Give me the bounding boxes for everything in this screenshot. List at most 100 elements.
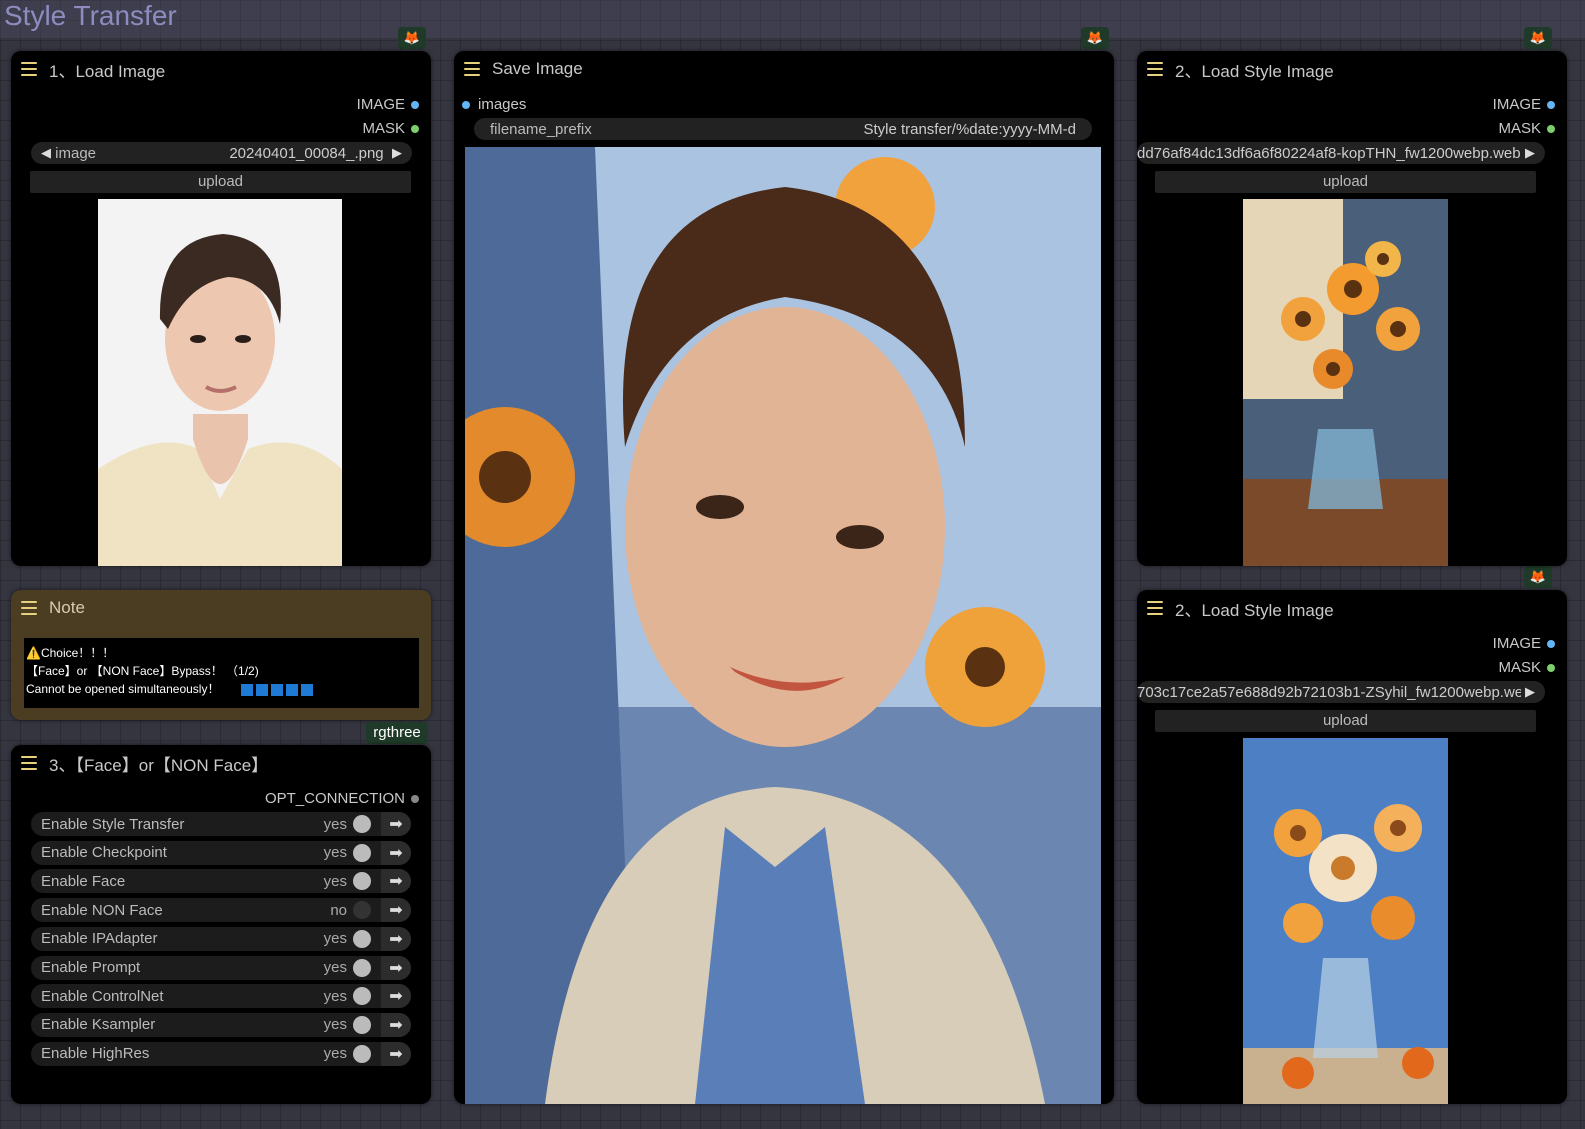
toggle-row[interactable]: Enable IPAdapter yes ➡ [31, 926, 411, 951]
toggle-switch[interactable] [353, 958, 371, 977]
hamburger-menu-icon[interactable] [464, 62, 480, 76]
output-socket[interactable] [411, 100, 419, 109]
output-mask[interactable]: MASK [362, 120, 419, 137]
image-select-widget[interactable]: 703c17ce2a57e688d92b72103b1-ZSyhil_fw120… [1137, 681, 1545, 703]
toggle-switch[interactable] [353, 1015, 371, 1034]
load-image-node[interactable]: 1、Load Image IMAGE MASK ◀ image 20240401… [11, 51, 431, 566]
fox-icon[interactable]: 🦊 [1081, 27, 1109, 49]
toggle-switch[interactable] [353, 987, 371, 1006]
node-title: 1、Load Image [49, 61, 166, 81]
hamburger-menu-icon[interactable] [21, 756, 37, 770]
output-socket[interactable] [411, 794, 419, 803]
node-title: 2、Load Style Image [1175, 61, 1334, 81]
output-mask[interactable]: MASK [1498, 659, 1555, 676]
upload-button[interactable]: upload [1155, 710, 1536, 732]
input-socket[interactable] [462, 100, 470, 109]
node-header[interactable]: 2、Load Style Image [1137, 51, 1567, 87]
fox-icon[interactable]: 🦊 [398, 27, 426, 49]
note-node[interactable]: Note ⚠️Choice！！！ 【Face】or 【NON Face】Bypa… [11, 590, 431, 720]
save-image-node[interactable]: Save Image images filename_prefix Style … [454, 51, 1114, 1104]
hamburger-menu-icon[interactable] [1147, 601, 1163, 615]
arrow-right-icon[interactable]: ➡ [381, 812, 411, 836]
toggle-row[interactable]: Enable NON Face no ➡ [31, 898, 411, 923]
toggle-value: yes [323, 1045, 347, 1063]
fox-icon[interactable]: 🦊 [1524, 566, 1552, 588]
node-header[interactable]: 2、Load Style Image [1137, 590, 1567, 626]
rgthree-badge: rgthree [366, 722, 428, 744]
input-images[interactable]: images [462, 96, 526, 113]
upload-button[interactable]: upload [1155, 171, 1536, 193]
toggle-switch[interactable] [353, 872, 371, 891]
output-socket[interactable] [411, 124, 419, 133]
arrow-right-icon[interactable]: ➡ [381, 1012, 411, 1037]
hamburger-menu-icon[interactable] [21, 62, 37, 76]
upload-button[interactable]: upload [30, 171, 411, 193]
toggle-label: Enable Ksampler [41, 1016, 156, 1034]
toggle-label: Enable HighRes [41, 1045, 150, 1063]
toggle-label: Enable Prompt [41, 959, 141, 976]
output-image[interactable]: IMAGE [1493, 635, 1555, 652]
toggle-row[interactable]: Enable Style Transfer yes ➡ [31, 812, 411, 836]
toggle-value: yes [323, 987, 347, 1005]
node-title: Note [49, 598, 85, 617]
output-opt-connection[interactable]: OPT_CONNECTION [265, 790, 419, 807]
toggle-switch[interactable] [353, 929, 371, 948]
hamburger-menu-icon[interactable] [21, 601, 37, 615]
filename-prefix-widget[interactable]: filename_prefix Style transfer/%date:yyy… [474, 118, 1092, 140]
output-socket[interactable] [1547, 639, 1555, 648]
toggle-value: yes [323, 872, 347, 890]
toggle-value: yes [323, 930, 347, 948]
image-select-widget[interactable]: ◀ image 20240401_00084_.png ▶ [31, 142, 412, 164]
output-socket[interactable] [1547, 663, 1555, 672]
hamburger-menu-icon[interactable] [1147, 62, 1163, 76]
toggle-label: Enable Face [41, 872, 126, 890]
toggle-value: no [330, 901, 347, 919]
fox-icon[interactable]: 🦊 [1524, 27, 1552, 49]
arrow-right-icon[interactable]: ➡ [381, 840, 411, 865]
toggle-switch[interactable] [353, 901, 371, 920]
node-header[interactable]: Save Image [454, 51, 1114, 87]
output-socket[interactable] [1547, 100, 1555, 109]
fast-groups-bypasser-node[interactable]: 3、【Face】or【NON Face】 OPT_CONNECTION Enab… [11, 745, 431, 1104]
toggle-switch[interactable] [353, 843, 371, 862]
down-arrow-icons [240, 683, 313, 696]
load-style-image-node-2[interactable]: 2、Load Style Image IMAGE MASK 703c17ce2a… [1137, 590, 1567, 1104]
output-socket[interactable] [1547, 124, 1555, 133]
toggle-switch[interactable] [353, 815, 371, 833]
node-header[interactable]: 3、【Face】or【NON Face】 [11, 745, 431, 781]
note-line: ⚠️Choice！！！ [26, 646, 115, 660]
toggle-row[interactable]: Enable ControlNet yes ➡ [31, 984, 411, 1009]
arrow-right-icon[interactable]: ➡ [381, 869, 411, 894]
arrow-right-icon[interactable]: ➡ [381, 1041, 411, 1066]
output-image[interactable]: IMAGE [1493, 96, 1555, 113]
note-text-area[interactable]: ⚠️Choice！！！ 【Face】or 【NON Face】Bypass！ （… [24, 638, 419, 708]
arrow-right-icon[interactable]: ➡ [381, 898, 411, 923]
output-mask[interactable]: MASK [1498, 120, 1555, 137]
arrow-right-icon[interactable]: ▶ [1525, 684, 1535, 700]
output-image[interactable]: IMAGE [357, 96, 419, 113]
toggle-row[interactable]: Enable Prompt yes ➡ [31, 955, 411, 980]
toggle-row[interactable]: Enable Face yes ➡ [31, 869, 411, 894]
arrow-right-icon[interactable]: ▶ [1525, 145, 1535, 161]
image-select-widget[interactable]: dd76af84dc13df6a6f80224af8-kopTHN_fw1200… [1137, 142, 1545, 164]
arrow-right-icon[interactable]: ➡ [381, 955, 411, 980]
group-header [0, 0, 1585, 38]
toggle-switch[interactable] [353, 1044, 371, 1063]
toggle-value: yes [323, 815, 347, 833]
arrow-left-icon[interactable]: ◀ [41, 145, 51, 161]
arrow-right-icon[interactable]: ▶ [392, 145, 402, 161]
toggle-row[interactable]: Enable Checkpoint yes ➡ [31, 840, 411, 865]
portrait-preview [98, 199, 342, 566]
load-style-image-node-1[interactable]: 2、Load Style Image IMAGE MASK dd76af84dc… [1137, 51, 1567, 566]
toggle-value: yes [323, 1016, 347, 1034]
node-header[interactable]: 1、Load Image [11, 51, 431, 87]
node-title: 3、【Face】or【NON Face】 [49, 755, 269, 775]
toggle-row[interactable]: Enable HighRes yes ➡ [31, 1041, 411, 1066]
toggle-row[interactable]: Enable Ksampler yes ➡ [31, 1012, 411, 1037]
toggle-value: yes [323, 844, 347, 862]
arrow-right-icon[interactable]: ➡ [381, 984, 411, 1009]
arrow-right-icon[interactable]: ➡ [381, 926, 411, 951]
note-line: 【Face】or 【NON Face】Bypass！ （1/2) [26, 664, 259, 678]
node-header[interactable]: Note [11, 590, 431, 626]
style-preview-2 [1243, 738, 1448, 1104]
